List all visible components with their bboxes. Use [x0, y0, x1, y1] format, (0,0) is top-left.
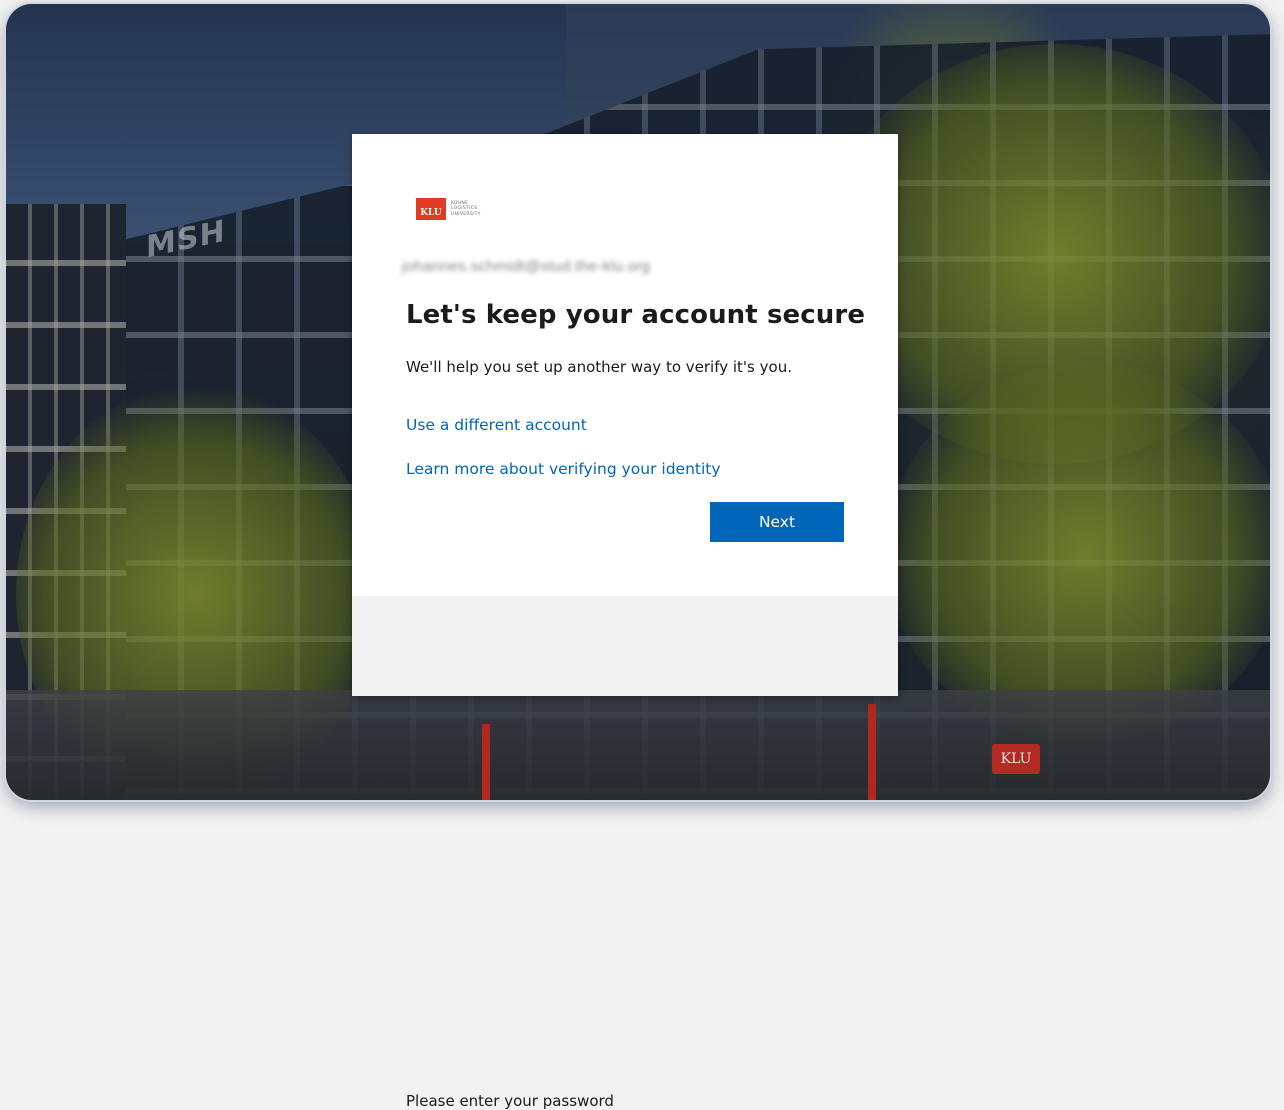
learn-more-verify-link[interactable]: Learn more about verifying your identity [406, 460, 721, 478]
next-button[interactable]: Next [710, 502, 844, 542]
logo-line-2: LOGISTICS [451, 206, 478, 212]
logo-wordmark: KÜHNE LOGISTICS UNIVERSITY [451, 201, 481, 218]
red-post-left [482, 724, 490, 800]
red-post-right [868, 704, 876, 800]
storefront-sign: KLU [992, 744, 1040, 774]
logo-mark: KLU [416, 198, 446, 220]
footer-message: Please enter your password [406, 1092, 614, 1110]
dialog-footer: Please enter your password [352, 596, 898, 1110]
tree-right-lower [886, 364, 1270, 744]
use-different-account-link[interactable]: Use a different account [406, 416, 587, 434]
ground-level [6, 690, 1270, 800]
page-description: We'll help you set up another way to ver… [406, 358, 792, 376]
sign-in-dialog: KLU KÜHNE LOGISTICS UNIVERSITY johannes.… [352, 134, 898, 1110]
organization-logo: KLU KÜHNE LOGISTICS UNIVERSITY [416, 198, 481, 220]
dialog-body: KLU KÜHNE LOGISTICS UNIVERSITY johannes.… [352, 134, 898, 596]
page-title: Let's keep your account secure [406, 300, 866, 330]
account-email: johannes.schmidt@stud.the-klu.org [402, 258, 651, 275]
logo-line-3: UNIVERSITY [451, 211, 481, 217]
